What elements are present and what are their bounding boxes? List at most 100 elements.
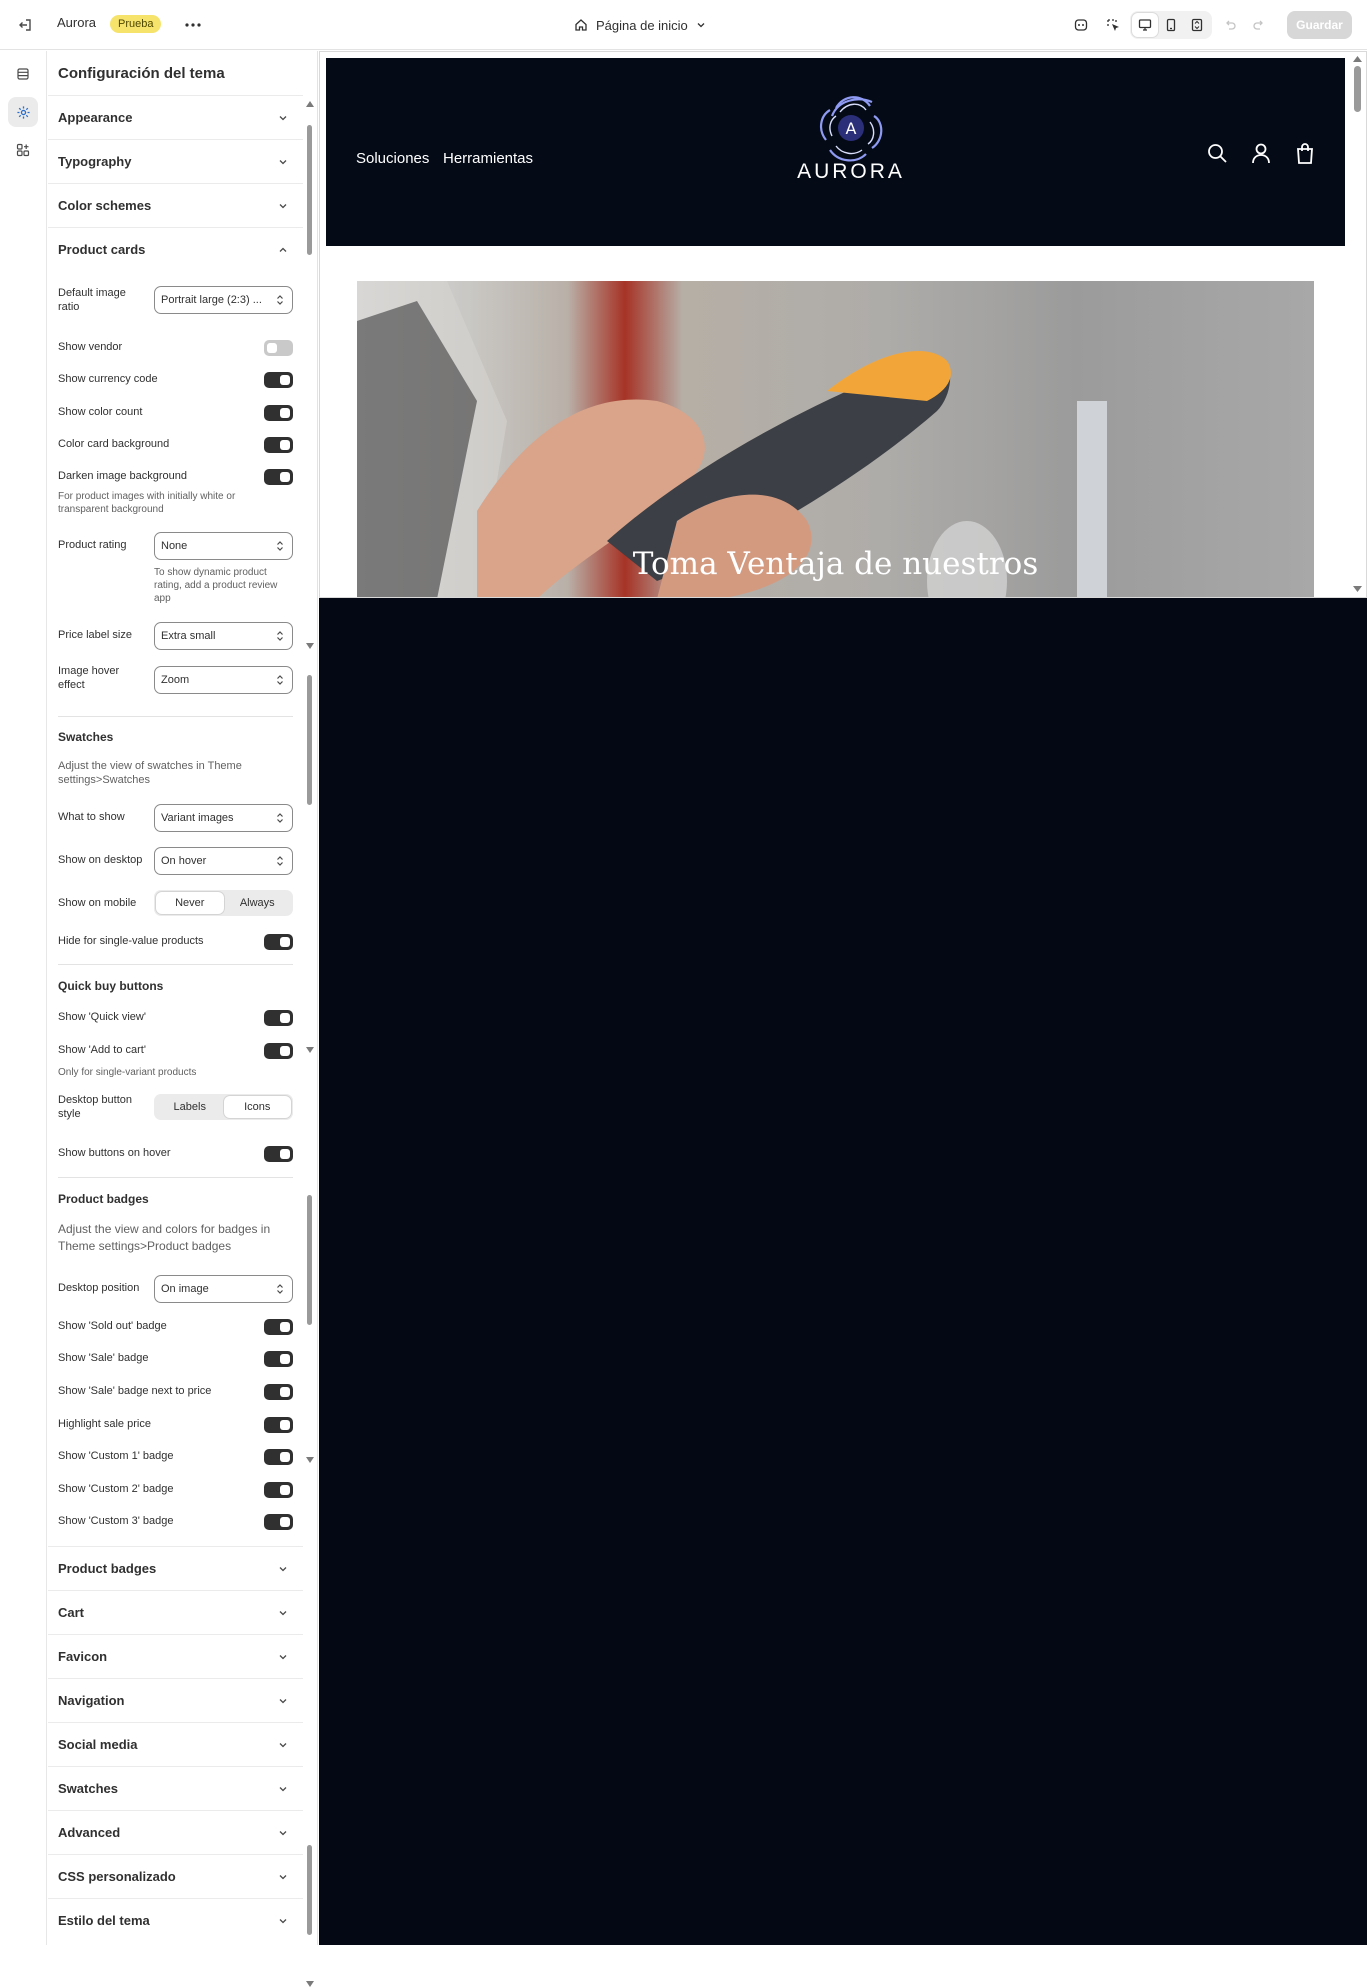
scroll-up-icon[interactable]: [305, 99, 314, 108]
option-always[interactable]: Always: [224, 892, 292, 914]
select-arrows-icon: [277, 631, 283, 641]
sale-badge-toggle[interactable]: [264, 1351, 293, 1367]
what-to-show-select[interactable]: Variant images: [154, 804, 293, 832]
nav-link-herramientas[interactable]: Herramientas: [443, 150, 533, 167]
show-on-desktop-select[interactable]: On hover: [154, 847, 293, 875]
fullscreen-icon[interactable]: [1184, 13, 1210, 37]
section-product-cards[interactable]: Product cards: [48, 227, 303, 271]
custom1-badge-toggle[interactable]: [264, 1449, 293, 1465]
sections-icon[interactable]: [8, 59, 38, 89]
store-name[interactable]: Aurora: [57, 15, 96, 30]
theme-settings-icon[interactable]: [8, 97, 38, 127]
storefront-preview[interactable]: Soluciones Herramientas A AURORA Toma Ve…: [319, 51, 1367, 598]
desktop-position-select[interactable]: On image: [154, 1275, 293, 1303]
device-toggle-group: [1130, 11, 1212, 39]
color-card-background-toggle[interactable]: [264, 437, 293, 453]
section-label: Estilo del tema: [58, 1913, 150, 1928]
add-to-cart-label: Show 'Add to cart': [58, 1044, 146, 1056]
scroll-down-icon[interactable]: [305, 1979, 314, 1988]
section-advanced[interactable]: Advanced: [48, 1810, 303, 1854]
scrollbar-thumb[interactable]: [307, 1195, 312, 1325]
hero-banner[interactable]: Toma Ventaja de nuestros: [357, 281, 1314, 597]
buttons-on-hover-toggle[interactable]: [264, 1146, 293, 1162]
chevron-down-icon: [275, 1561, 291, 1577]
sale-badge-price-toggle[interactable]: [264, 1384, 293, 1400]
scroll-down-icon[interactable]: [305, 1045, 314, 1054]
inspector-icon[interactable]: [1098, 10, 1128, 40]
store-logo[interactable]: A AURORA: [786, 88, 916, 198]
image-ratio-select[interactable]: Portrait large (2:3) ...: [154, 286, 293, 314]
custom3-badge-toggle[interactable]: [264, 1514, 293, 1530]
ai-icon[interactable]: [1066, 10, 1096, 40]
section-estilo-del-tema[interactable]: Estilo del tema: [48, 1898, 303, 1942]
mobile-icon[interactable]: [1158, 13, 1184, 37]
scroll-down-icon[interactable]: [305, 641, 314, 650]
theme-settings-panel: Configuración del tema Appearance Typogr…: [48, 51, 318, 1987]
section-cart[interactable]: Cart: [48, 1590, 303, 1634]
scrollbar-thumb[interactable]: [1354, 66, 1361, 112]
scroll-down-icon: [1353, 586, 1362, 592]
account-icon[interactable]: [1250, 142, 1272, 164]
price-label-size-select[interactable]: Extra small: [154, 622, 293, 650]
show-color-count-toggle[interactable]: [264, 405, 293, 421]
section-css-personalizado[interactable]: CSS personalizado: [48, 1854, 303, 1898]
what-to-show-label: What to show: [58, 811, 125, 823]
select-value: Extra small: [161, 630, 216, 642]
section-label: Cart: [58, 1605, 85, 1620]
preview-scrollbar[interactable]: [1349, 52, 1366, 597]
chevron-down-icon: [275, 198, 291, 214]
quick-view-toggle[interactable]: [264, 1010, 293, 1026]
product-rating-select[interactable]: None: [154, 532, 293, 560]
select-value: None: [161, 540, 188, 552]
show-currency-code-toggle[interactable]: [264, 372, 293, 388]
show-vendor-toggle[interactable]: [264, 340, 293, 356]
search-icon[interactable]: [1206, 142, 1228, 164]
scroll-down-icon[interactable]: [305, 1455, 314, 1464]
add-to-cart-help: Only for single-variant products: [58, 1067, 197, 1078]
panel-title: Configuración del tema: [58, 65, 225, 82]
option-icons[interactable]: Icons: [223, 1096, 291, 1118]
add-to-cart-toggle[interactable]: [264, 1043, 293, 1059]
cart-icon[interactable]: [1294, 142, 1316, 164]
panel-scrollbar[interactable]: [305, 95, 314, 1987]
chevron-down-icon: [275, 1869, 291, 1885]
section-appearance[interactable]: Appearance: [48, 95, 303, 139]
hide-single-value-toggle[interactable]: [264, 934, 293, 950]
more-icon[interactable]: [178, 10, 208, 40]
apps-icon[interactable]: [8, 135, 38, 165]
redo-icon[interactable]: [1244, 10, 1274, 40]
darken-image-background-toggle[interactable]: [264, 469, 293, 485]
custom3-badge-label: Show 'Custom 3' badge: [58, 1515, 174, 1527]
section-color-schemes[interactable]: Color schemes: [48, 183, 303, 227]
highlight-sale-toggle[interactable]: [264, 1417, 293, 1433]
undo-icon[interactable]: [1215, 10, 1245, 40]
chevron-down-icon: [275, 154, 291, 170]
desktop-icon[interactable]: [1132, 13, 1158, 37]
show-on-mobile-label: Show on mobile: [58, 897, 137, 909]
section-product-badges[interactable]: Product badges: [48, 1546, 303, 1590]
hide-single-value-label: Hide for single-value products: [58, 935, 204, 947]
desktop-position-label: Desktop position: [58, 1282, 140, 1294]
scrollbar-thumb[interactable]: [307, 675, 312, 805]
option-never[interactable]: Never: [156, 892, 224, 914]
section-navigation[interactable]: Navigation: [48, 1678, 303, 1722]
page-selector[interactable]: Página de inicio: [568, 11, 712, 39]
image-hover-effect-select[interactable]: Zoom: [154, 666, 293, 694]
divider: [58, 964, 293, 965]
section-label: Swatches: [58, 1781, 118, 1796]
exit-icon[interactable]: [10, 10, 40, 40]
option-labels[interactable]: Labels: [156, 1096, 224, 1118]
section-social-media[interactable]: Social media: [48, 1722, 303, 1766]
button-style-label: Desktop button style: [58, 1094, 132, 1120]
section-label: Product cards: [58, 242, 146, 257]
sold-out-badge-toggle[interactable]: [264, 1319, 293, 1335]
section-favicon[interactable]: Favicon: [48, 1634, 303, 1678]
scrollbar-thumb[interactable]: [307, 1845, 312, 1935]
save-button[interactable]: Guardar: [1287, 11, 1352, 39]
nav-link-soluciones[interactable]: Soluciones: [356, 150, 429, 167]
scrollbar-thumb[interactable]: [307, 125, 312, 255]
section-swatches[interactable]: Swatches: [48, 1766, 303, 1810]
select-value: Zoom: [161, 674, 190, 686]
custom2-badge-toggle[interactable]: [264, 1482, 293, 1498]
section-typography[interactable]: Typography: [48, 139, 303, 183]
